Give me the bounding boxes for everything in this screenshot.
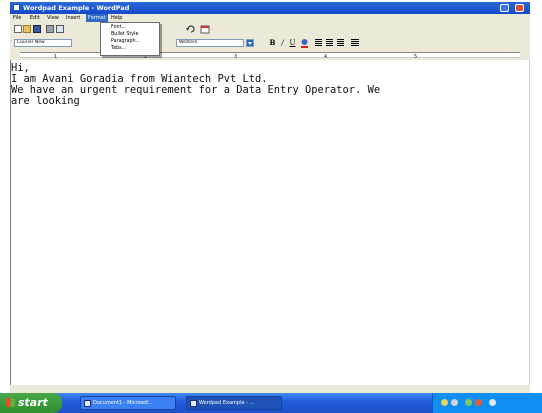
underline-icon[interactable]: U [288,38,297,48]
title-bar[interactable]: Wordpad Example - WordPad [10,2,530,14]
new-document-icon[interactable] [14,25,22,33]
printer-icon[interactable] [46,25,54,33]
windows-flag-icon [6,398,15,407]
save-disk-icon[interactable] [33,25,41,33]
tray-icon[interactable] [489,399,496,406]
align-left-icon[interactable] [315,39,322,46]
taskbar: start Document1 - Microsof... Wordpad Ex… [0,393,542,413]
format-dropdown-menu: Font... Bullet Style Paragraph... Tabs..… [100,22,160,56]
open-folder-icon[interactable] [23,25,31,33]
italic-icon[interactable]: / [278,38,287,48]
undo-icon[interactable] [186,24,196,34]
window-title: Wordpad Example - WordPad [23,4,130,12]
close-button[interactable] [515,4,524,12]
menu-insert[interactable]: Insert [64,14,82,22]
menu-item-tabs[interactable]: Tabs... [111,46,126,52]
start-label: start [18,396,48,409]
word-document-icon [84,400,91,407]
taskbar-button-label: Document1 - Microsof... [93,400,153,406]
tray-icon[interactable] [451,399,458,406]
menu-item-font[interactable]: Font... [111,25,126,31]
script-select[interactable]: Western [176,39,244,47]
align-center-icon[interactable] [326,39,333,46]
tray-icon[interactable] [475,399,482,406]
date-time-icon[interactable] [200,24,210,34]
menu-item-bullet-style[interactable]: Bullet Style [111,32,138,38]
taskbar-button-wordpad[interactable]: Wordpad Example - ... [186,396,282,410]
taskbar-button-document1[interactable]: Document1 - Microsof... [80,396,176,410]
system-tray [432,393,542,413]
wordpad-icon [190,400,197,407]
start-button[interactable]: start [0,393,62,413]
align-right-icon[interactable] [337,39,344,46]
menu-format[interactable]: Format [86,14,108,22]
chevron-down-icon[interactable] [246,39,254,47]
tray-icon[interactable] [441,399,448,406]
document-editor[interactable]: Hi, I am Avani Goradia from Wiantech Pvt… [10,60,530,385]
document-line: are looking [11,95,80,107]
font-name-select[interactable]: Courier New [14,39,72,47]
taskbar-button-label: Wordpad Example - ... [199,400,255,406]
menu-help[interactable]: Help [109,14,124,22]
menu-view[interactable]: View [45,14,61,22]
standard-toolbar [10,22,530,36]
ruler[interactable]: 1 2 3 4 5 [10,50,530,60]
wordpad-icon [13,4,20,11]
menu-bar: File Edit View Insert Format Help [10,14,530,22]
menu-edit[interactable]: Edit [28,14,42,22]
tray-icon[interactable] [465,399,472,406]
print-preview-icon[interactable] [56,25,64,33]
menu-item-paragraph[interactable]: Paragraph... [111,39,140,45]
status-bar [10,385,530,393]
menu-file[interactable]: File [11,14,23,22]
font-color-icon[interactable] [300,38,309,48]
bullets-icon[interactable] [351,39,359,46]
bold-icon[interactable]: B [268,38,277,48]
format-toolbar: Courier New Western B / U [10,36,530,50]
ruler-strip: 1 2 3 4 5 [20,52,520,60]
minimize-button[interactable] [500,4,509,12]
